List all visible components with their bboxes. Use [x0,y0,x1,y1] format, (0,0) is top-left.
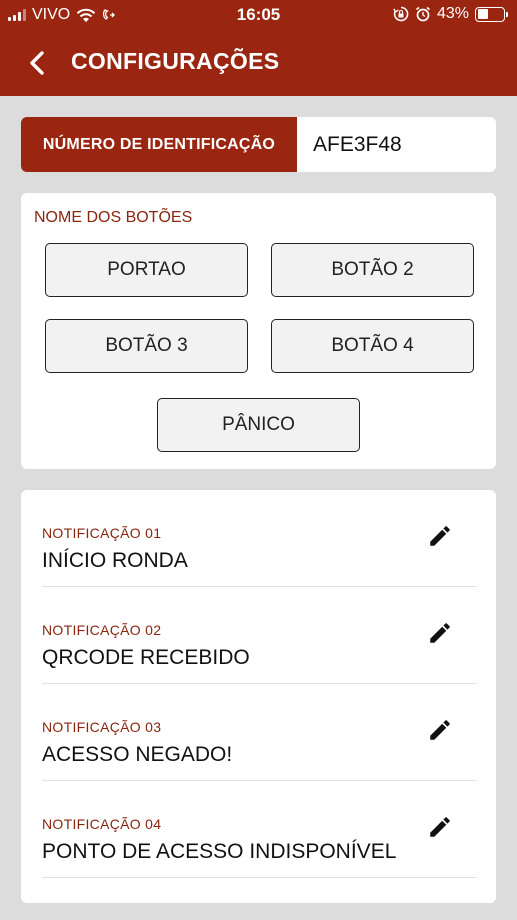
notification-item-1[interactable]: NOTIFICAÇÃO 01 INÍCIO RONDA [42,490,477,587]
identification-label: NÚMERO DE IDENTIFICAÇÃO [21,117,297,172]
page-title: CONFIGURAÇÕES [71,48,280,74]
chevron-left-icon[interactable] [24,49,52,77]
battery-level-fill [477,9,489,19]
panic-button[interactable]: PÂNICO [157,398,360,452]
button-name-3[interactable]: BOTÃO 3 [45,319,248,373]
edit-icon[interactable] [427,620,453,646]
notification-label: NOTIFICAÇÃO 01 [42,525,162,541]
app-bar: CONFIGURAÇÕES [0,30,517,96]
notification-value: PONTO DE ACESSO INDISPONÍVEL [42,840,397,863]
notification-label: NOTIFICAÇÃO 03 [42,719,162,735]
notification-item-2[interactable]: NOTIFICAÇÃO 02 QRCODE RECEBIDO [42,587,477,684]
notification-item-3[interactable]: NOTIFICAÇÃO 03 ACESSO NEGADO! [42,684,477,781]
status-bar: VIVO 16:05 43% [0,0,517,30]
notification-value: ACESSO NEGADO! [42,743,233,766]
identification-card: NÚMERO DE IDENTIFICAÇÃO AFE3F48 [21,117,496,172]
button-names-card: NOME DOS BOTÕES PORTAO BOTÃO 2 BOTÃO 3 B… [21,193,496,469]
edit-icon[interactable] [427,523,453,549]
notification-label: NOTIFICAÇÃO 02 [42,622,162,638]
battery-percent: 43% [436,5,469,22]
battery-icon [475,6,508,22]
identification-value[interactable]: AFE3F48 [313,117,402,172]
alarm-icon [415,6,430,22]
screen-rotation-lock-icon [393,6,409,22]
button-names-title: NOME DOS BOTÕES [34,209,193,226]
button-name-1[interactable]: PORTAO [45,243,248,297]
notification-value: INÍCIO RONDA [42,549,188,572]
notifications-card: NOTIFICAÇÃO 01 INÍCIO RONDA NOTIFICAÇÃO … [21,490,496,903]
edit-icon[interactable] [427,814,453,840]
edit-icon[interactable] [427,717,453,743]
notification-value: QRCODE RECEBIDO [42,646,250,669]
button-name-2[interactable]: BOTÃO 2 [271,243,474,297]
notification-label: NOTIFICAÇÃO 04 [42,816,162,832]
notification-item-4[interactable]: NOTIFICAÇÃO 04 PONTO DE ACESSO INDISPONÍ… [42,781,477,878]
button-name-4[interactable]: BOTÃO 4 [271,319,474,373]
status-right: 43% [393,5,508,23]
